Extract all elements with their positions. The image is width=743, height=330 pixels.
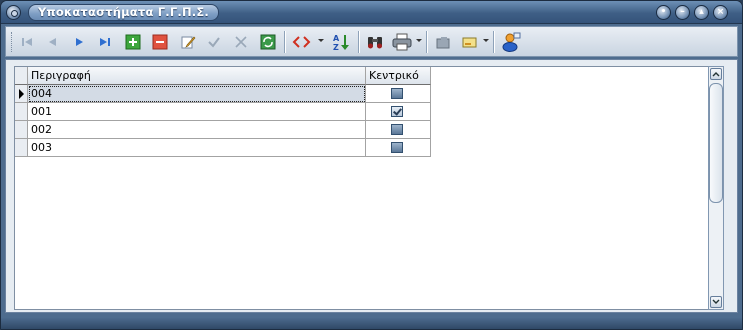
row-indicator[interactable] (15, 121, 28, 139)
filter-dropdown-icon[interactable] (318, 39, 324, 42)
toolbar-separator (358, 31, 360, 53)
delete-record-button[interactable] (149, 31, 171, 53)
toolbar-separator (284, 31, 286, 53)
sort-button[interactable]: AZ (330, 31, 352, 53)
client-area: Περιγραφή Κεντρικό 004 001 002 003 (5, 59, 738, 313)
print-dropdown-icon[interactable] (416, 39, 422, 42)
cross-icon (235, 36, 247, 48)
column-header-central[interactable]: Κεντρικό (366, 67, 431, 85)
toolbar-grip[interactable] (11, 32, 14, 52)
central-checkbox[interactable] (391, 106, 403, 117)
printer-icon (392, 33, 412, 51)
minus-icon (152, 34, 168, 50)
folder-icon (436, 37, 450, 49)
header-indicator (15, 67, 28, 85)
main-window: Υποκαταστήματα Γ.Γ.Π.Σ. • – ▴ × A Z Περι… (0, 0, 743, 330)
cell-description[interactable]: 003 (28, 139, 366, 157)
vertical-scrollbar[interactable] (708, 66, 724, 310)
pencil-icon (181, 36, 196, 49)
find-button[interactable] (364, 31, 386, 53)
chevron-up-icon (712, 72, 720, 77)
title-bar[interactable]: Υποκαταστήματα Γ.Γ.Π.Σ. • – ▴ × (1, 1, 742, 24)
add-record-button[interactable] (122, 31, 144, 53)
central-checkbox[interactable] (391, 88, 403, 99)
layout-dropdown-icon[interactable] (483, 39, 489, 42)
plus-icon (125, 34, 141, 50)
chevron-down-icon (712, 299, 720, 304)
row-indicator[interactable] (15, 103, 28, 121)
first-record-button[interactable] (16, 31, 38, 53)
user-button[interactable] (500, 31, 522, 53)
current-row-arrow-icon (19, 89, 24, 99)
pin-icon[interactable]: • (656, 5, 671, 20)
svg-text:Z: Z (333, 43, 339, 51)
scroll-up-button[interactable] (710, 68, 722, 80)
cell-central[interactable] (366, 139, 431, 157)
edit-record-button[interactable] (177, 31, 199, 53)
prev-record-icon (49, 38, 56, 46)
window-title: Υποκαταστήματα Γ.Γ.Π.Σ. (28, 4, 219, 21)
central-checkbox[interactable] (391, 142, 403, 153)
toolbar-separator (493, 31, 495, 53)
last-record-icon (100, 38, 110, 46)
cancel-edit-button[interactable] (230, 31, 252, 53)
close-icon[interactable]: × (713, 5, 728, 20)
cell-central[interactable] (366, 121, 431, 139)
previous-record-button[interactable] (41, 31, 63, 53)
minimize-icon[interactable]: – (675, 5, 690, 20)
system-menu-icon[interactable] (6, 5, 21, 20)
svg-text:A: A (333, 34, 340, 43)
cell-central[interactable] (366, 103, 431, 121)
maximize-icon[interactable]: ▴ (694, 5, 709, 20)
layout-button[interactable] (459, 31, 481, 53)
post-record-button[interactable] (203, 31, 225, 53)
cell-central[interactable] (366, 85, 431, 103)
cell-description[interactable]: 002 (28, 121, 366, 139)
last-record-button[interactable] (94, 31, 116, 53)
sort-az-icon: AZ (333, 34, 349, 51)
scroll-down-button[interactable] (710, 296, 722, 308)
refresh-icon (260, 34, 276, 50)
binoculars-icon (368, 37, 382, 49)
checkmark-icon (208, 37, 220, 48)
next-record-button[interactable] (68, 31, 90, 53)
cell-description[interactable]: 004 (28, 85, 366, 103)
central-checkbox[interactable] (391, 124, 403, 135)
print-button[interactable] (391, 31, 413, 53)
row-indicator[interactable] (15, 139, 28, 157)
scroll-thumb[interactable] (709, 83, 723, 203)
row-indicator[interactable] (15, 85, 28, 103)
window-icon (462, 37, 477, 48)
toolbar-separator (426, 31, 428, 53)
first-record-icon (22, 38, 32, 46)
cell-description[interactable]: 001 (28, 103, 366, 121)
toolbar: AZ (5, 26, 738, 57)
status-bar (1, 317, 742, 329)
column-header-description[interactable]: Περιγραφή (28, 67, 366, 85)
export-button[interactable] (432, 31, 454, 53)
filter-button[interactable] (291, 31, 313, 53)
refresh-button[interactable] (257, 31, 279, 53)
user-icon (502, 32, 521, 52)
next-record-icon (76, 38, 83, 46)
code-brackets-icon (292, 36, 311, 48)
data-grid[interactable]: Περιγραφή Κεντρικό 004 001 002 003 (14, 66, 716, 310)
